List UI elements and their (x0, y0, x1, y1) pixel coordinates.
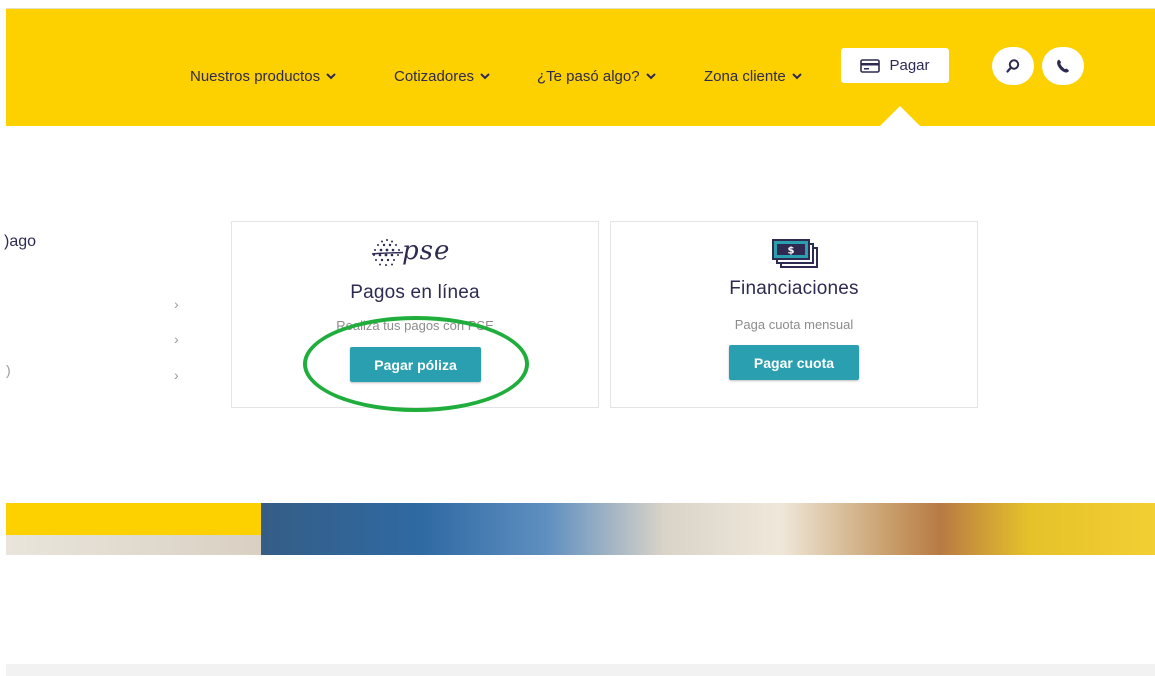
nav-label: Cotizadores (394, 67, 475, 85)
call-button[interactable] (1042, 47, 1084, 85)
banner-photo (261, 503, 1155, 555)
chevron-down-icon (326, 73, 336, 80)
nav-label: Zona cliente (704, 67, 786, 85)
svg-text:$: $ (788, 246, 795, 257)
sidebar-item-fragment: ) (6, 362, 11, 378)
nav-label: ¿Te pasó algo? (537, 67, 640, 85)
financing-card-subtitle: Paga cuota mensual (734, 317, 854, 332)
site-header: Nuestros productos Cotizadores ¿Te pasó … (6, 9, 1155, 126)
money-stack-icon: $ (772, 239, 818, 268)
pay-policy-button[interactable]: Pagar póliza (350, 347, 481, 382)
footer-strip (6, 664, 1155, 676)
search-button[interactable] (992, 47, 1034, 85)
search-icon (1006, 59, 1020, 73)
chevron-right-icon[interactable]: › (174, 331, 179, 347)
pay-button-label: Pagar (889, 57, 930, 74)
nav-zona-cliente[interactable]: Zona cliente (704, 65, 803, 87)
chevron-down-icon (792, 73, 802, 80)
nav-nuestros-productos[interactable]: Nuestros productos (190, 65, 337, 87)
chevron-down-icon (645, 73, 656, 80)
credit-card-icon (860, 58, 881, 73)
financing-card-title: Financiaciones (729, 278, 859, 299)
dropdown-caret (878, 106, 922, 128)
pse-logo-text: pse (402, 236, 451, 266)
phone-icon (1057, 59, 1069, 73)
nav-label: Nuestros productos (190, 67, 321, 85)
chevron-right-icon[interactable]: › (174, 367, 179, 383)
pse-logo-mark-icon (371, 239, 404, 266)
hero-banner (6, 503, 1155, 555)
chevron-right-icon[interactable]: › (174, 296, 179, 312)
pse-card-title: Pagos en línea (350, 282, 480, 303)
pse-card: pse Pagos en línea Realiza tus pagos con… (231, 221, 599, 408)
financing-card: $ Financiaciones Paga cuota mensual Paga… (610, 221, 978, 408)
pay-installment-button[interactable]: Pagar cuota (729, 345, 859, 380)
pse-card-subtitle: Realiza tus pagos con PSE (336, 318, 494, 333)
chevron-down-icon (480, 73, 490, 80)
banner-photo-left (6, 535, 261, 555)
banner-yellow-block (6, 503, 261, 535)
pse-logo: pse (370, 235, 466, 271)
nav-te-paso-algo[interactable]: ¿Te pasó algo? (537, 65, 657, 87)
pay-button[interactable]: Pagar (841, 48, 949, 83)
nav-cotizadores[interactable]: Cotizadores (394, 65, 491, 87)
sidebar-heading: )ago (4, 233, 37, 250)
